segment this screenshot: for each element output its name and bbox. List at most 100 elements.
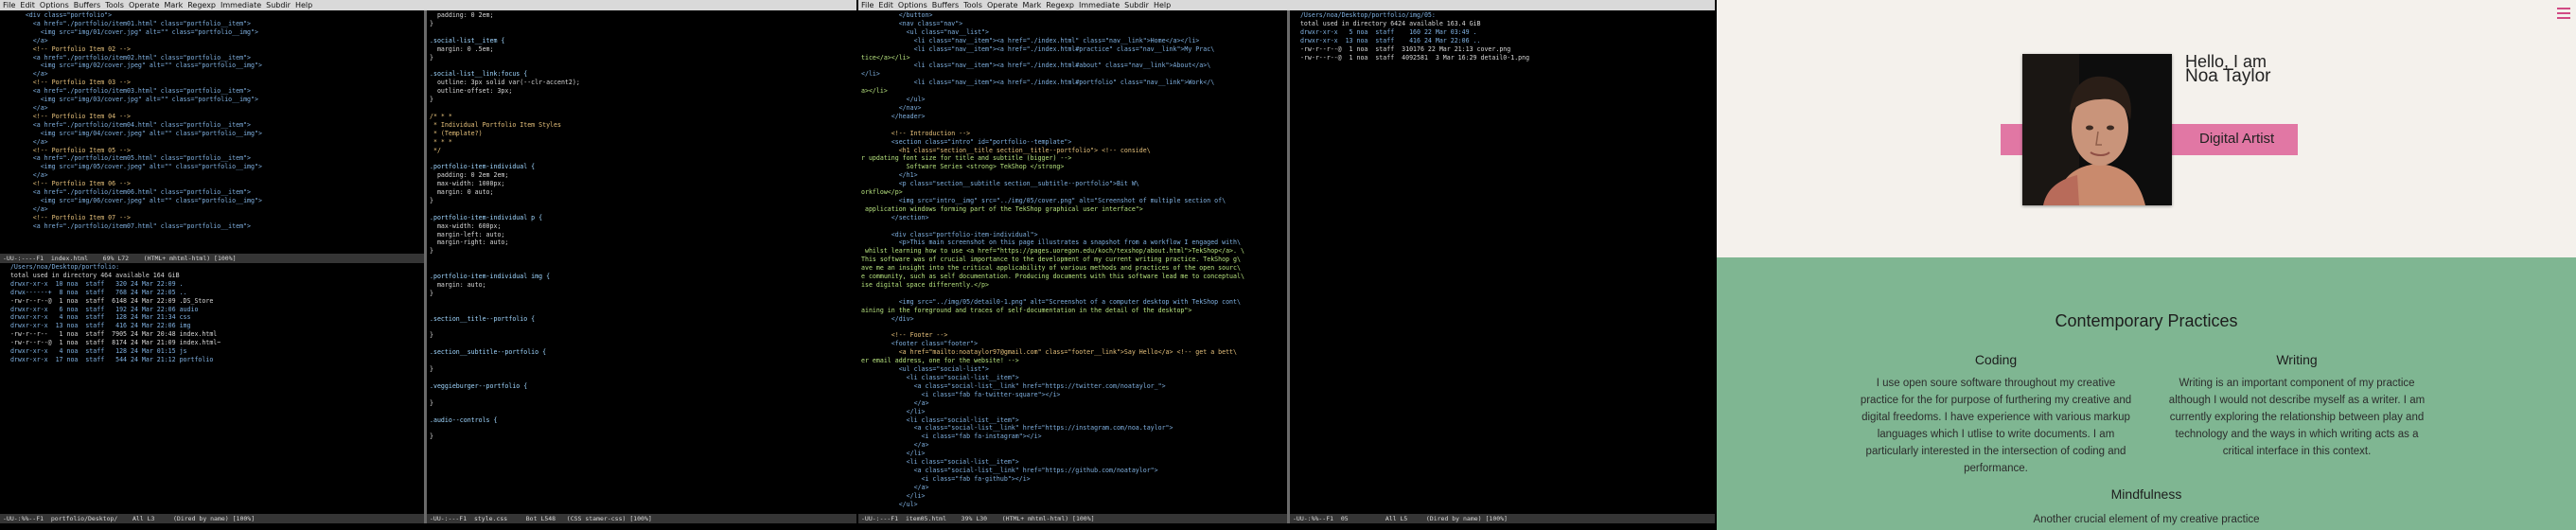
code-line[interactable]: <div class="portfolio-item-individual"> [861, 231, 1038, 238]
code-line[interactable]: <footer class="footer"> [861, 340, 978, 347]
menu-bar-right[interactable]: File Edit Options Buffers Tools Operate Mark Re… [858, 0, 1715, 10]
code-line[interactable]: /* * * [430, 113, 452, 120]
code-line[interactable]: .section__title--portfolio { [430, 315, 535, 323]
code-line[interactable]: </nav> [861, 104, 922, 112]
dired-line[interactable]: drwxr-xr-x 4 noa staff 128 24 Mar 21:34 … [3, 313, 191, 321]
dired-img05-modeline[interactable]: -UU-:%%--F1 05 All L5 (Dired by name) [1… [1290, 514, 1715, 523]
dired-img05-listing[interactable]: /Users/noa/Desktop/portfolio/img/05: tot… [1290, 11, 1715, 62]
code-line[interactable]: margin: 0 auto; [430, 188, 494, 196]
code-line[interactable]: } [430, 54, 433, 62]
code-line[interactable]: <li class="social-list__item"> [861, 416, 1019, 424]
menu-tools[interactable]: Tools [105, 1, 124, 9]
dired-portfolio-listing[interactable]: /Users/noa/Desktop/portfolio: total used… [0, 263, 424, 364]
dired-portfolio-buffer[interactable]: /Users/noa/Desktop/portfolio: total used… [0, 263, 424, 514]
menu-immediate[interactable]: Immediate [221, 1, 261, 9]
code-line[interactable]: <!-- Introduction --> [861, 130, 970, 137]
code-line[interactable]: <!-- Portfolio Item 04 --> [3, 113, 131, 120]
code-line[interactable]: .social-list__link:focus { [430, 70, 527, 78]
code-line[interactable]: margin: 0 .5em; [430, 45, 494, 53]
hamburger-menu-icon[interactable] [2557, 8, 2570, 22]
dired-line[interactable]: drwxr-xr-x 10 noa staff 320 24 Mar 22:09… [3, 280, 184, 288]
code-line[interactable]: } [430, 331, 433, 339]
style-css-buffer[interactable]: padding: 0 2em; } .social-list__item { m… [427, 11, 856, 514]
code-line[interactable]: <i class="fab fa-twitter-square"></i> [861, 391, 1061, 398]
code-line[interactable]: e community, such as self documentation.… [861, 273, 1244, 280]
menu-tools[interactable]: Tools [963, 1, 982, 9]
code-line[interactable]: } [430, 399, 433, 407]
code-line[interactable]: <!-- Portfolio Item 05 --> [3, 147, 131, 154]
code-line[interactable]: <ul class="nav__list"> [861, 28, 989, 36]
code-line[interactable]: .portfolio-item-individual img { [430, 273, 550, 280]
code-line[interactable]: <i class="fab fa-github"></i> [861, 475, 1031, 483]
code-line[interactable]: </a> [3, 37, 48, 44]
code-line[interactable]: whilst learning how to use <a href="http… [861, 247, 1244, 255]
dired-line[interactable]: -rw-r--r--@ 1 noa staff 4092581 3 Mar 16… [1293, 54, 1529, 62]
dired-line[interactable]: drwxr-xr-x 4 noa staff 128 24 Mar 01:15 … [3, 347, 187, 355]
code-line[interactable]: } [430, 96, 433, 103]
code-line[interactable]: margin-right: auto; [430, 238, 508, 246]
code-line[interactable]: <img src="img/03/cover.jpg" alt="" class… [3, 96, 258, 103]
dired-line[interactable]: /Users/noa/Desktop/portfolio/img/05: [1293, 11, 1436, 19]
code-line[interactable]: margin: auto; [430, 281, 486, 289]
code-line[interactable]: <i class="fab fa-instagram"></i> [861, 433, 1042, 440]
code-line[interactable]: </li> [861, 450, 926, 457]
dired-line[interactable]: total used in directory 464 available 16… [3, 272, 180, 279]
dired-portfolio-modeline[interactable]: -UU-:%%--F1 portfolio/Desktop/ All L3 (D… [0, 514, 424, 523]
code-line[interactable]: ave me an insight into the critical appl… [861, 264, 1241, 272]
code-line[interactable]: er email address, one for the website! -… [861, 357, 1019, 364]
code-line[interactable]: .portfolio-item-individual { [430, 163, 535, 170]
code-line[interactable]: <img src="intro__img" src="../img/05/cov… [861, 197, 1226, 204]
menu-edit[interactable]: Edit [20, 1, 35, 9]
code-line[interactable]: <a class="social-list__link" href="https… [861, 467, 1158, 474]
code-line[interactable]: outline: 3px solid var(--clr-accent2); [430, 79, 580, 86]
code-line[interactable]: <section class="intro" id="portfolio--te… [861, 138, 1072, 146]
index-html-buffer[interactable]: <div class="portfolio"> <a href="./portf… [0, 11, 424, 254]
code-line[interactable]: <li class="social-list__item"> [861, 458, 1019, 466]
code-line[interactable]: </a> [3, 171, 48, 179]
code-line[interactable]: </li> [861, 492, 926, 500]
code-line[interactable]: <img src="img/01/cover.jpg" alt="" class… [3, 28, 258, 36]
code-line[interactable]: } [430, 247, 433, 255]
code-line[interactable]: <div class="portfolio"> [3, 11, 112, 19]
code-line[interactable]: <img src="img/06/cover.jpeg" alt="" clas… [3, 197, 262, 204]
index-html-code[interactable]: <div class="portfolio"> <a href="./portf… [0, 11, 424, 231]
code-line[interactable]: </a> [3, 104, 48, 112]
dired-line[interactable]: /Users/noa/Desktop/portfolio: [3, 263, 119, 271]
index-html-modeline[interactable]: -UU-:----F1 index.html 69% L72 (HTML+ mh… [0, 254, 424, 263]
code-line[interactable]: </button> [861, 11, 933, 19]
code-line[interactable]: * Individual Portfolio Item Styles [430, 121, 561, 129]
minibuffer-right[interactable] [858, 523, 1715, 530]
code-line[interactable]: <p>This main screenshot on this page ill… [861, 238, 1241, 246]
code-line[interactable]: </header> [861, 113, 926, 120]
menu-options[interactable]: Options [40, 1, 69, 9]
dired-line[interactable]: drwxr-xr-x 13 noa staff 416 24 Mar 22:06… [1293, 37, 1481, 44]
code-line[interactable]: <a href="mailto:noataylor97@gmail.com" c… [861, 348, 1237, 356]
code-line[interactable]: } [430, 197, 433, 204]
code-line[interactable]: outline-offset: 3px; [430, 87, 512, 95]
menu-subdir[interactable]: Subdir [266, 1, 291, 9]
code-line[interactable]: <a href="./portfolio/item06.html" class=… [3, 188, 251, 196]
code-line[interactable]: <img src="../img/05/detail0-1.png" alt="… [861, 298, 1241, 306]
code-line[interactable]: padding: 0 2em; [430, 11, 494, 19]
code-line[interactable]: <li class="social-list__item"> [861, 374, 1019, 381]
menu-regexp[interactable]: Regexp [1046, 1, 1074, 9]
code-line[interactable]: <nav class="nav"> [861, 20, 963, 27]
menu-operate[interactable]: Operate [987, 1, 1018, 9]
code-line[interactable]: max-width: 1000px; [430, 180, 504, 187]
code-line[interactable]: This software was of crucial importance … [861, 256, 1241, 263]
code-line[interactable]: <img src="img/04/cover.jpeg" alt="" clas… [3, 130, 262, 137]
code-line[interactable]: Software Series <strong> TekShop </stron… [861, 163, 1065, 170]
menu-subdir[interactable]: Subdir [1124, 1, 1149, 9]
code-line[interactable]: .social-list__item { [430, 37, 504, 44]
code-line[interactable]: orkflow</p> [861, 188, 903, 196]
dired-line[interactable]: drwx------+ 8 noa staff 768 24 Mar 22:05… [3, 289, 187, 296]
code-line[interactable]: .audio--controls { [430, 416, 497, 424]
code-line[interactable]: <a class="social-list__link" href="https… [861, 382, 1166, 390]
code-line[interactable]: * (Template?) [430, 130, 483, 137]
code-line[interactable]: a></li> [861, 87, 888, 95]
code-line[interactable]: max-width: 600px; [430, 222, 502, 230]
code-line[interactable]: margin-left: auto; [430, 231, 504, 238]
code-line[interactable]: </ul> [861, 96, 926, 103]
code-line[interactable]: r updating font size for title and subti… [861, 154, 1071, 162]
dired-line[interactable]: total used in directory 6424 available 1… [1293, 20, 1481, 27]
